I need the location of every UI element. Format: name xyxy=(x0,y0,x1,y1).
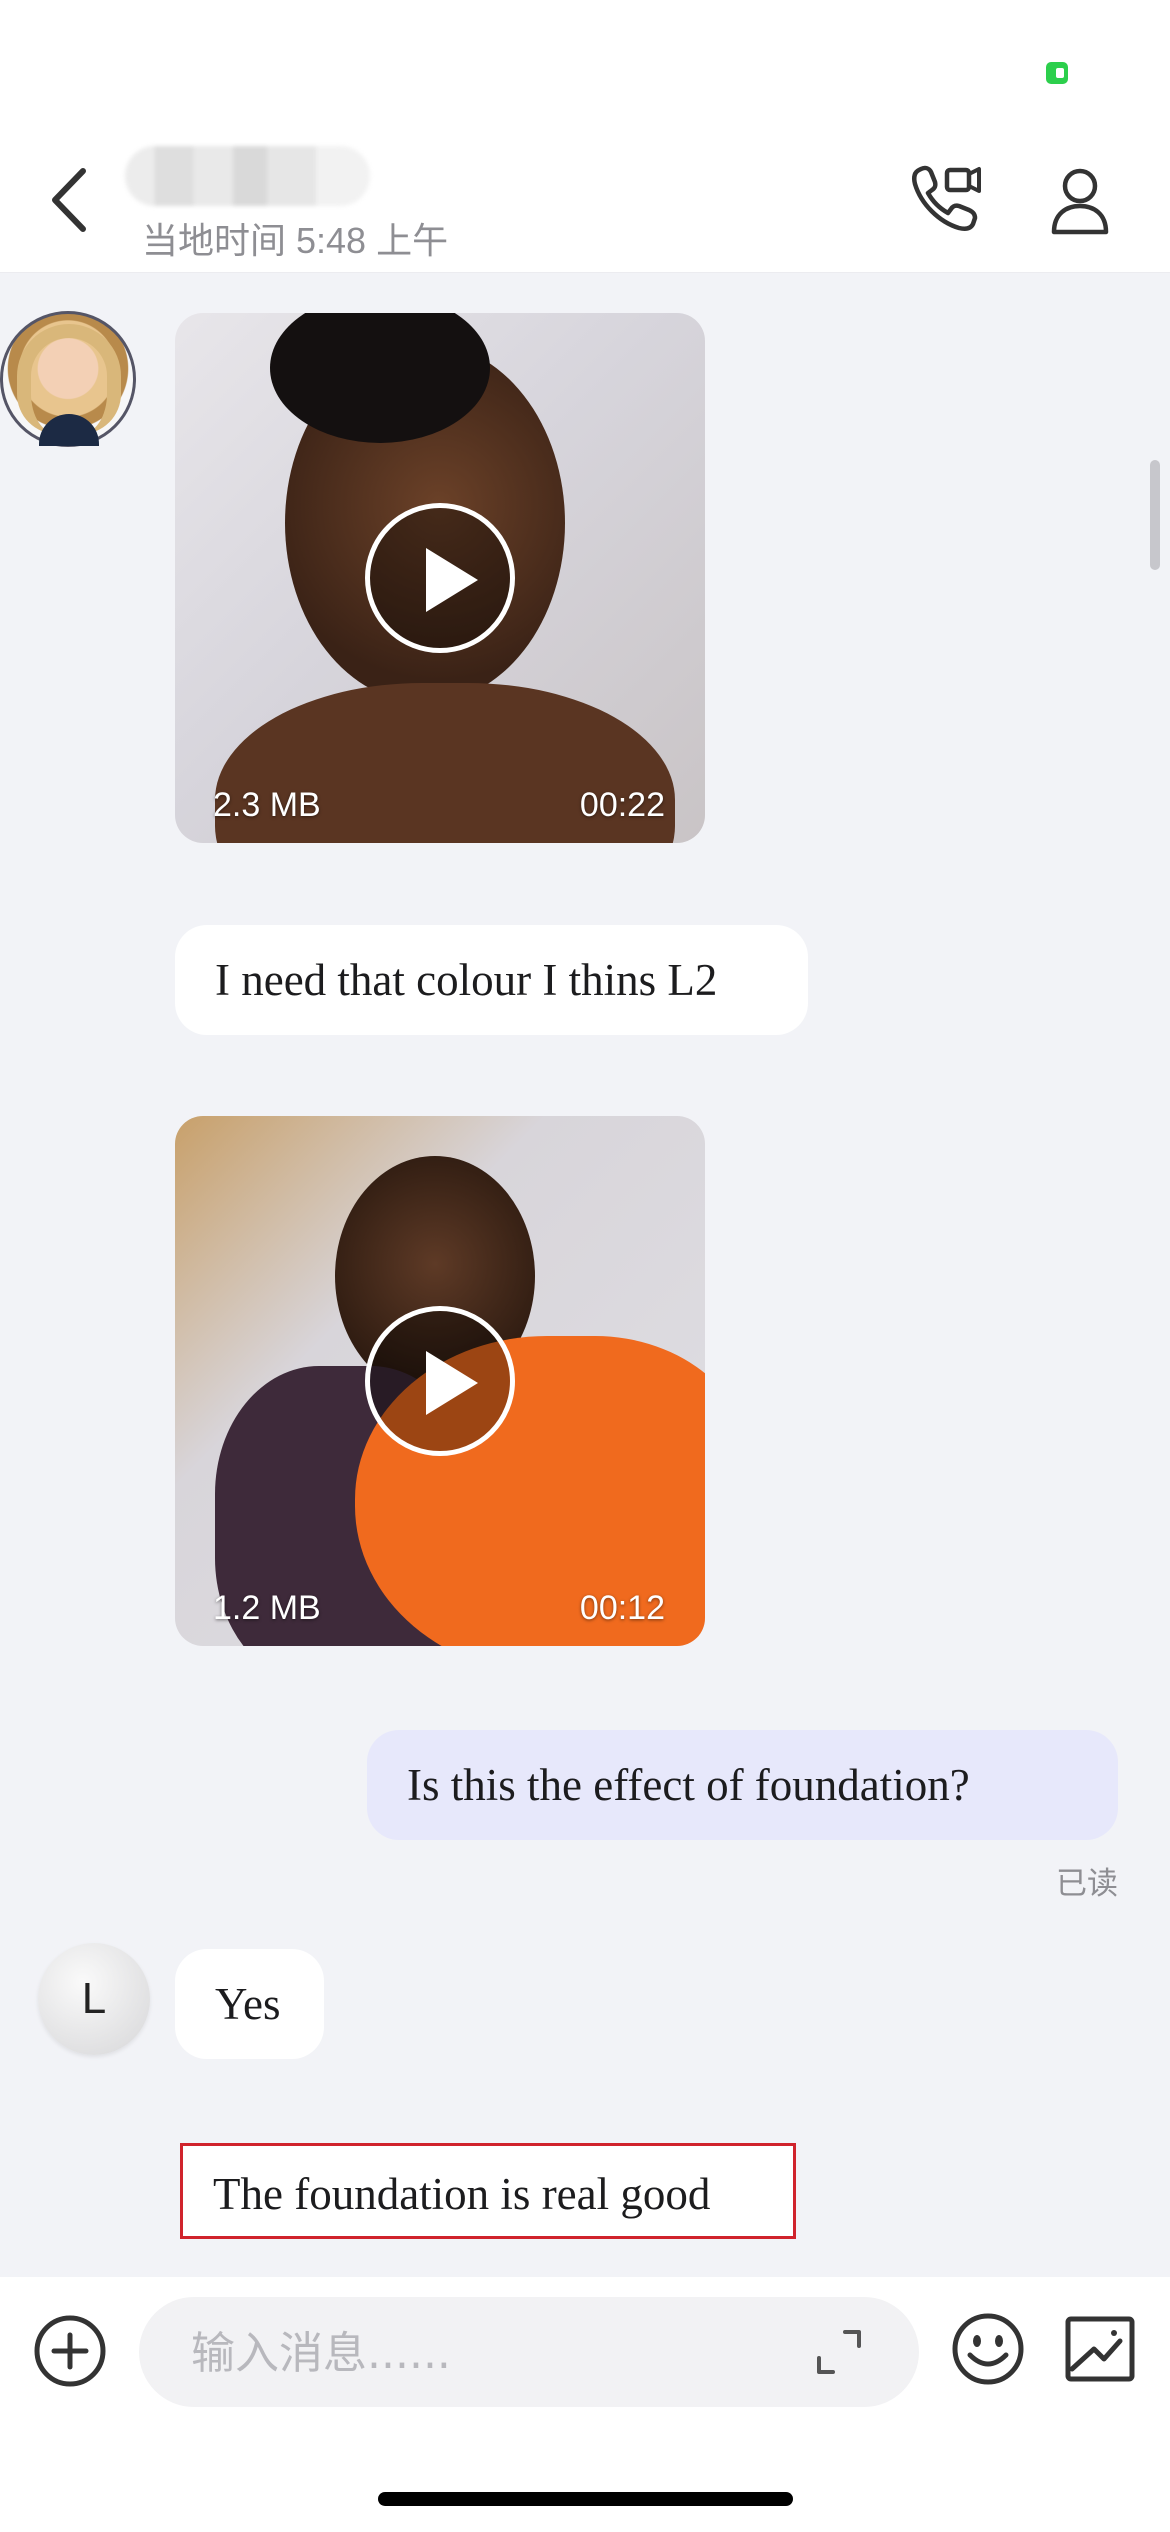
incoming-message: I need that colour I thins L2 xyxy=(175,925,808,1035)
video-size: 1.2 MB xyxy=(213,1589,321,1627)
video-message[interactable]: 2.3 MB 00:22 xyxy=(175,313,705,843)
video-size: 2.3 MB xyxy=(213,786,321,824)
back-button[interactable] xyxy=(30,160,110,240)
emoji-icon xyxy=(952,2313,1024,2385)
phone-screen: 当地时间 5:48 上午 2.3 MB 00:22 I need that co… xyxy=(0,0,1170,2532)
play-button[interactable] xyxy=(365,503,515,653)
chevron-left-icon xyxy=(52,168,86,232)
user-avatar[interactable]: L xyxy=(38,1943,150,2055)
chat-header: 当地时间 5:48 上午 xyxy=(0,120,1170,273)
contact-avatar[interactable] xyxy=(0,311,136,447)
image-button[interactable] xyxy=(1060,2309,1140,2389)
outgoing-message: Is this the effect of foundation? xyxy=(367,1730,1118,1840)
add-attachment-button[interactable] xyxy=(30,2311,110,2391)
expand-icon xyxy=(817,2330,861,2374)
expand-button[interactable] xyxy=(809,2322,869,2382)
person-icon xyxy=(1051,168,1109,235)
video-duration: 00:22 xyxy=(579,786,665,824)
battery-icon xyxy=(1046,62,1068,84)
profile-button[interactable] xyxy=(1040,160,1120,240)
read-status: 已读 xyxy=(1056,1866,1118,1901)
scrollbar[interactable] xyxy=(1150,460,1160,570)
image-icon xyxy=(1065,2316,1135,2382)
home-indicator[interactable] xyxy=(378,2492,793,2506)
video-call-icon xyxy=(911,165,981,232)
video-call-button[interactable] xyxy=(905,160,985,240)
local-time-label: 当地时间 5:48 上午 xyxy=(142,220,449,261)
video-message[interactable]: 1.2 MB 00:12 xyxy=(175,1116,705,1646)
plus-circle-icon xyxy=(34,2315,106,2387)
message-input[interactable] xyxy=(189,2297,793,2409)
message-list[interactable]: 2.3 MB 00:22 I need that colour I thins … xyxy=(0,273,1170,2277)
video-duration: 00:12 xyxy=(579,1589,665,1627)
incoming-message: Yes xyxy=(175,1949,324,2059)
contact-name-blurred xyxy=(125,146,370,206)
status-bar xyxy=(0,0,1170,120)
emoji-button[interactable] xyxy=(948,2309,1028,2389)
play-button[interactable] xyxy=(365,1306,515,1456)
highlighted-message: The foundation is real good xyxy=(180,2143,796,2239)
message-input-container xyxy=(139,2297,919,2409)
